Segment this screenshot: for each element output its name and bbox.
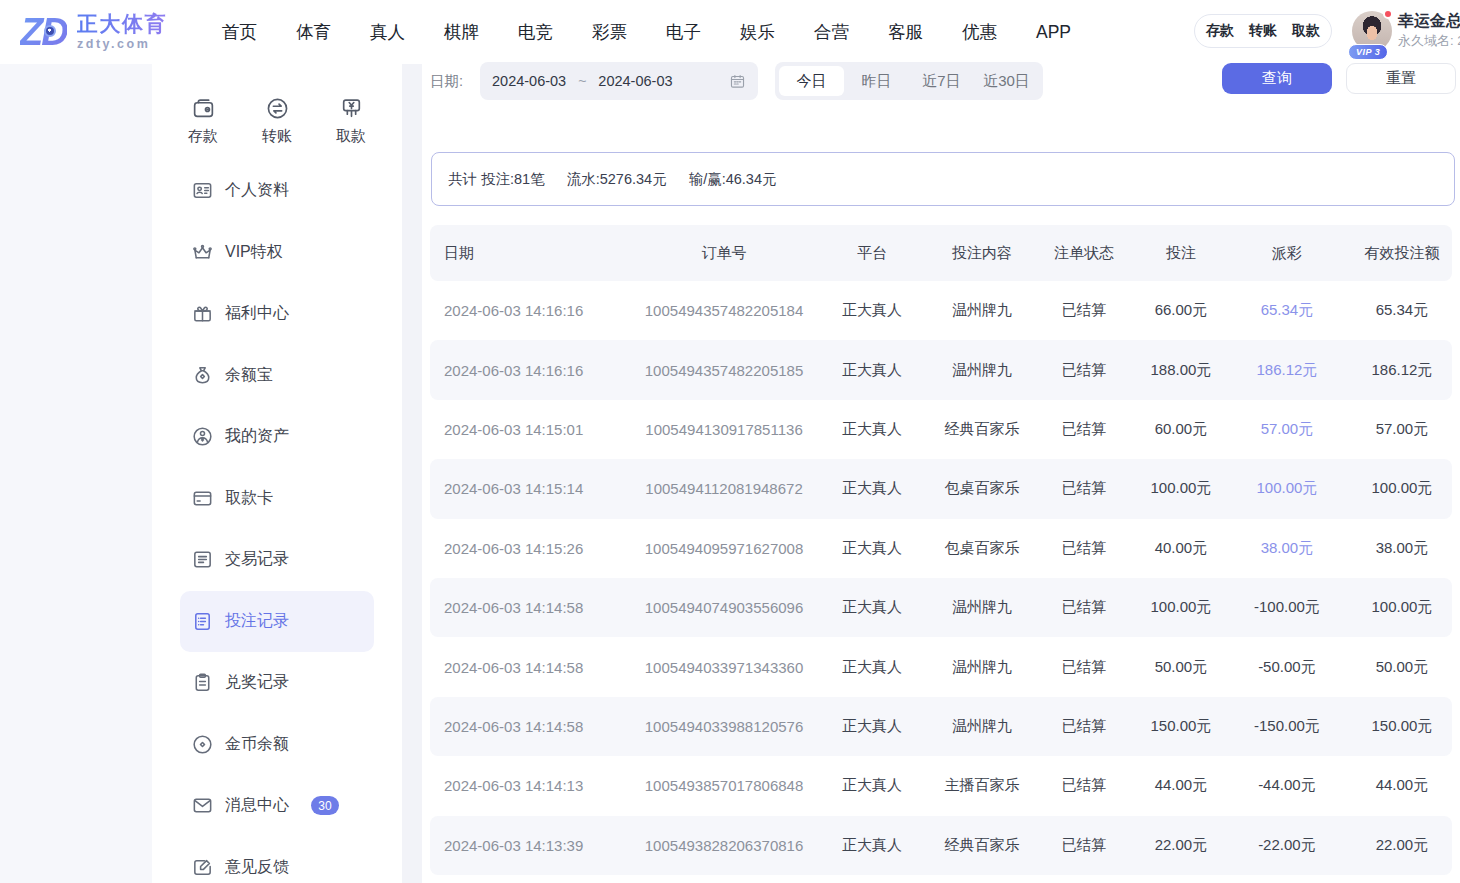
nav-item-客服[interactable]: 客服 bbox=[888, 20, 923, 44]
header-action-转账[interactable]: 转账 bbox=[1249, 22, 1277, 40]
notification-dot bbox=[1383, 9, 1393, 19]
summary-turnover: 流水:5276.34元 bbox=[567, 170, 667, 189]
sidebar-item-VIP特权[interactable]: VIP特权 bbox=[180, 222, 374, 284]
sidebar-item-取款卡[interactable]: 取款卡 bbox=[180, 468, 374, 530]
username: 幸运金总 bbox=[1398, 10, 1460, 32]
brand-name: 正大体育 bbox=[77, 12, 167, 36]
nav-item-首页[interactable]: 首页 bbox=[222, 20, 257, 44]
profile-card-icon bbox=[191, 179, 214, 202]
table-row: 2024-06-03 14:14:131005493857017806848正大… bbox=[430, 756, 1452, 815]
main-nav: 首页 体育 真人 棋牌 电竞 彩票 电子 娱乐 合营 客服 优惠 APP bbox=[222, 0, 1071, 64]
sidebar: 存款转账取款 个人资料VIP特权福利中心余额宝我的资产取款卡交易记录投注记录兑奖… bbox=[152, 64, 402, 883]
sidebar-item-个人资料[interactable]: 个人资料 bbox=[180, 160, 374, 222]
nav-item-棋牌[interactable]: 棋牌 bbox=[444, 20, 479, 44]
coin-icon bbox=[191, 733, 214, 756]
mail-icon bbox=[191, 794, 214, 817]
col-header-有效投注额: 有效投注额 bbox=[1352, 244, 1452, 263]
date-label: 日期: bbox=[430, 62, 463, 100]
query-button[interactable]: 查询 bbox=[1222, 63, 1332, 94]
sidebar-item-投注记录[interactable]: 投注记录 bbox=[180, 591, 374, 653]
nav-item-彩票[interactable]: 彩票 bbox=[592, 20, 627, 44]
header-action-存款[interactable]: 存款 bbox=[1206, 22, 1234, 40]
nav-item-体育[interactable]: 体育 bbox=[296, 20, 331, 44]
range-tab-昨日[interactable]: 昨日 bbox=[844, 66, 909, 96]
bank-card-icon bbox=[191, 487, 214, 510]
nav-item-合营[interactable]: 合营 bbox=[814, 20, 849, 44]
date-to: 2024-06-03 bbox=[598, 73, 672, 89]
table-row: 2024-06-03 14:14:581005494074903556096正大… bbox=[430, 578, 1452, 637]
nav-item-电竞[interactable]: 电竞 bbox=[518, 20, 553, 44]
col-header-派彩: 派彩 bbox=[1222, 244, 1352, 263]
quick-action-转账[interactable]: 转账 bbox=[261, 96, 293, 146]
col-header-平台: 平台 bbox=[808, 244, 936, 263]
assets-icon bbox=[191, 425, 214, 448]
wallet-actions-pill: 存款转账取款 bbox=[1194, 14, 1332, 48]
summary-bar: 共计 投注:81笔 流水:5276.34元 输/赢:46.34元 bbox=[431, 152, 1455, 206]
table-row: 2024-06-03 14:16:161005494357482205184正大… bbox=[430, 281, 1452, 340]
brand-logo-icon: ZD bbox=[20, 9, 68, 55]
nav-item-优惠[interactable]: 优惠 bbox=[962, 20, 997, 44]
sidebar-item-消息中心[interactable]: 消息中心30 bbox=[180, 775, 374, 837]
bet-records-table: 日期订单号平台投注内容注单状态投注派彩有效投注额 2024-06-03 14:1… bbox=[430, 225, 1452, 875]
nav-item-娱乐[interactable]: 娱乐 bbox=[740, 20, 775, 44]
col-header-订单号: 订单号 bbox=[640, 244, 808, 263]
nav-item-电子[interactable]: 电子 bbox=[666, 20, 701, 44]
sidebar-item-金币余额[interactable]: 金币余额 bbox=[180, 714, 374, 776]
range-tab-近7日[interactable]: 近7日 bbox=[909, 66, 974, 96]
permanent-domain-note: 永久域名: 2 bbox=[1398, 32, 1460, 50]
sidebar-item-我的资产[interactable]: 我的资产 bbox=[180, 406, 374, 468]
col-header-投注: 投注 bbox=[1140, 244, 1222, 263]
vip-badge: VIP 3 bbox=[1348, 44, 1388, 60]
header-action-取款[interactable]: 取款 bbox=[1292, 22, 1320, 40]
col-header-日期: 日期 bbox=[430, 244, 640, 263]
user-avatar[interactable]: VIP 3 bbox=[1352, 11, 1392, 53]
sidebar-item-兑奖记录[interactable]: 兑奖记录 bbox=[180, 652, 374, 714]
range-tab-今日[interactable]: 今日 bbox=[779, 66, 844, 96]
quick-action-取款[interactable]: 取款 bbox=[335, 96, 367, 146]
date-separator: ~ bbox=[578, 73, 586, 89]
nav-item-APP[interactable]: APP bbox=[1036, 22, 1071, 43]
sidebar-item-交易记录[interactable]: 交易记录 bbox=[180, 529, 374, 591]
filter-row: 日期: 2024-06-03 ~ 2024-06-03 今日昨日近7日近30日 … bbox=[0, 62, 1460, 100]
col-header-注单状态: 注单状态 bbox=[1028, 244, 1140, 263]
nav-item-真人[interactable]: 真人 bbox=[370, 20, 405, 44]
sidebar-item-余额宝[interactable]: 余额宝 bbox=[180, 345, 374, 407]
range-tab-近30日[interactable]: 近30日 bbox=[974, 66, 1039, 96]
logo-lens-icon bbox=[44, 25, 56, 37]
crown-icon bbox=[191, 241, 214, 264]
reset-button[interactable]: 重置 bbox=[1346, 63, 1456, 94]
sidebar-menu: 个人资料VIP特权福利中心余额宝我的资产取款卡交易记录投注记录兑奖记录金币余额消… bbox=[152, 160, 402, 883]
money-pouch-icon bbox=[191, 364, 214, 387]
table-row: 2024-06-03 14:14:581005494033988120576正大… bbox=[430, 697, 1452, 756]
date-range-input[interactable]: 2024-06-03 ~ 2024-06-03 bbox=[480, 62, 758, 100]
brand-logo[interactable]: ZD 正大体育 zdty.com bbox=[20, 9, 167, 55]
quick-action-存款[interactable]: 存款 bbox=[187, 96, 219, 146]
redeem-record-icon bbox=[191, 671, 214, 694]
col-header-投注内容: 投注内容 bbox=[936, 244, 1028, 263]
sidebar-item-福利中心[interactable]: 福利中心 bbox=[180, 283, 374, 345]
table-row: 2024-06-03 14:15:261005494095971627008正大… bbox=[430, 519, 1452, 578]
brand-domain: zdty.com bbox=[77, 36, 167, 52]
date-from: 2024-06-03 bbox=[492, 73, 566, 89]
table-row: 2024-06-03 14:15:011005494130917851136正大… bbox=[430, 400, 1452, 459]
feedback-icon bbox=[191, 856, 214, 879]
layout-gap bbox=[402, 64, 422, 883]
table-row: 2024-06-03 14:14:581005494033971343360正大… bbox=[430, 637, 1452, 696]
transaction-list-icon bbox=[191, 548, 214, 571]
calendar-icon bbox=[729, 73, 746, 90]
bet-record-icon bbox=[191, 610, 214, 633]
table-row: 2024-06-03 14:15:141005494112081948672正大… bbox=[430, 459, 1452, 518]
summary-total: 共计 投注:81笔 bbox=[448, 170, 545, 189]
sidebar-item-意见反馈[interactable]: 意见反馈 bbox=[180, 837, 374, 883]
date-range-tabs: 今日昨日近7日近30日 bbox=[775, 62, 1043, 100]
unread-count-badge: 30 bbox=[311, 796, 339, 815]
table-row: 2024-06-03 14:13:391005493828206370816正大… bbox=[430, 816, 1452, 875]
table-header-row: 日期订单号平台投注内容注单状态投注派彩有效投注额 bbox=[430, 225, 1452, 281]
table-row: 2024-06-03 14:16:161005494357482205185正大… bbox=[430, 340, 1452, 399]
summary-winloss: 输/赢:46.34元 bbox=[689, 170, 777, 189]
top-navbar: ZD 正大体育 zdty.com 首页 体育 真人 棋牌 电竞 彩票 电子 娱乐 合营 客服 优惠 A… bbox=[0, 0, 1460, 64]
gift-icon bbox=[191, 302, 214, 325]
